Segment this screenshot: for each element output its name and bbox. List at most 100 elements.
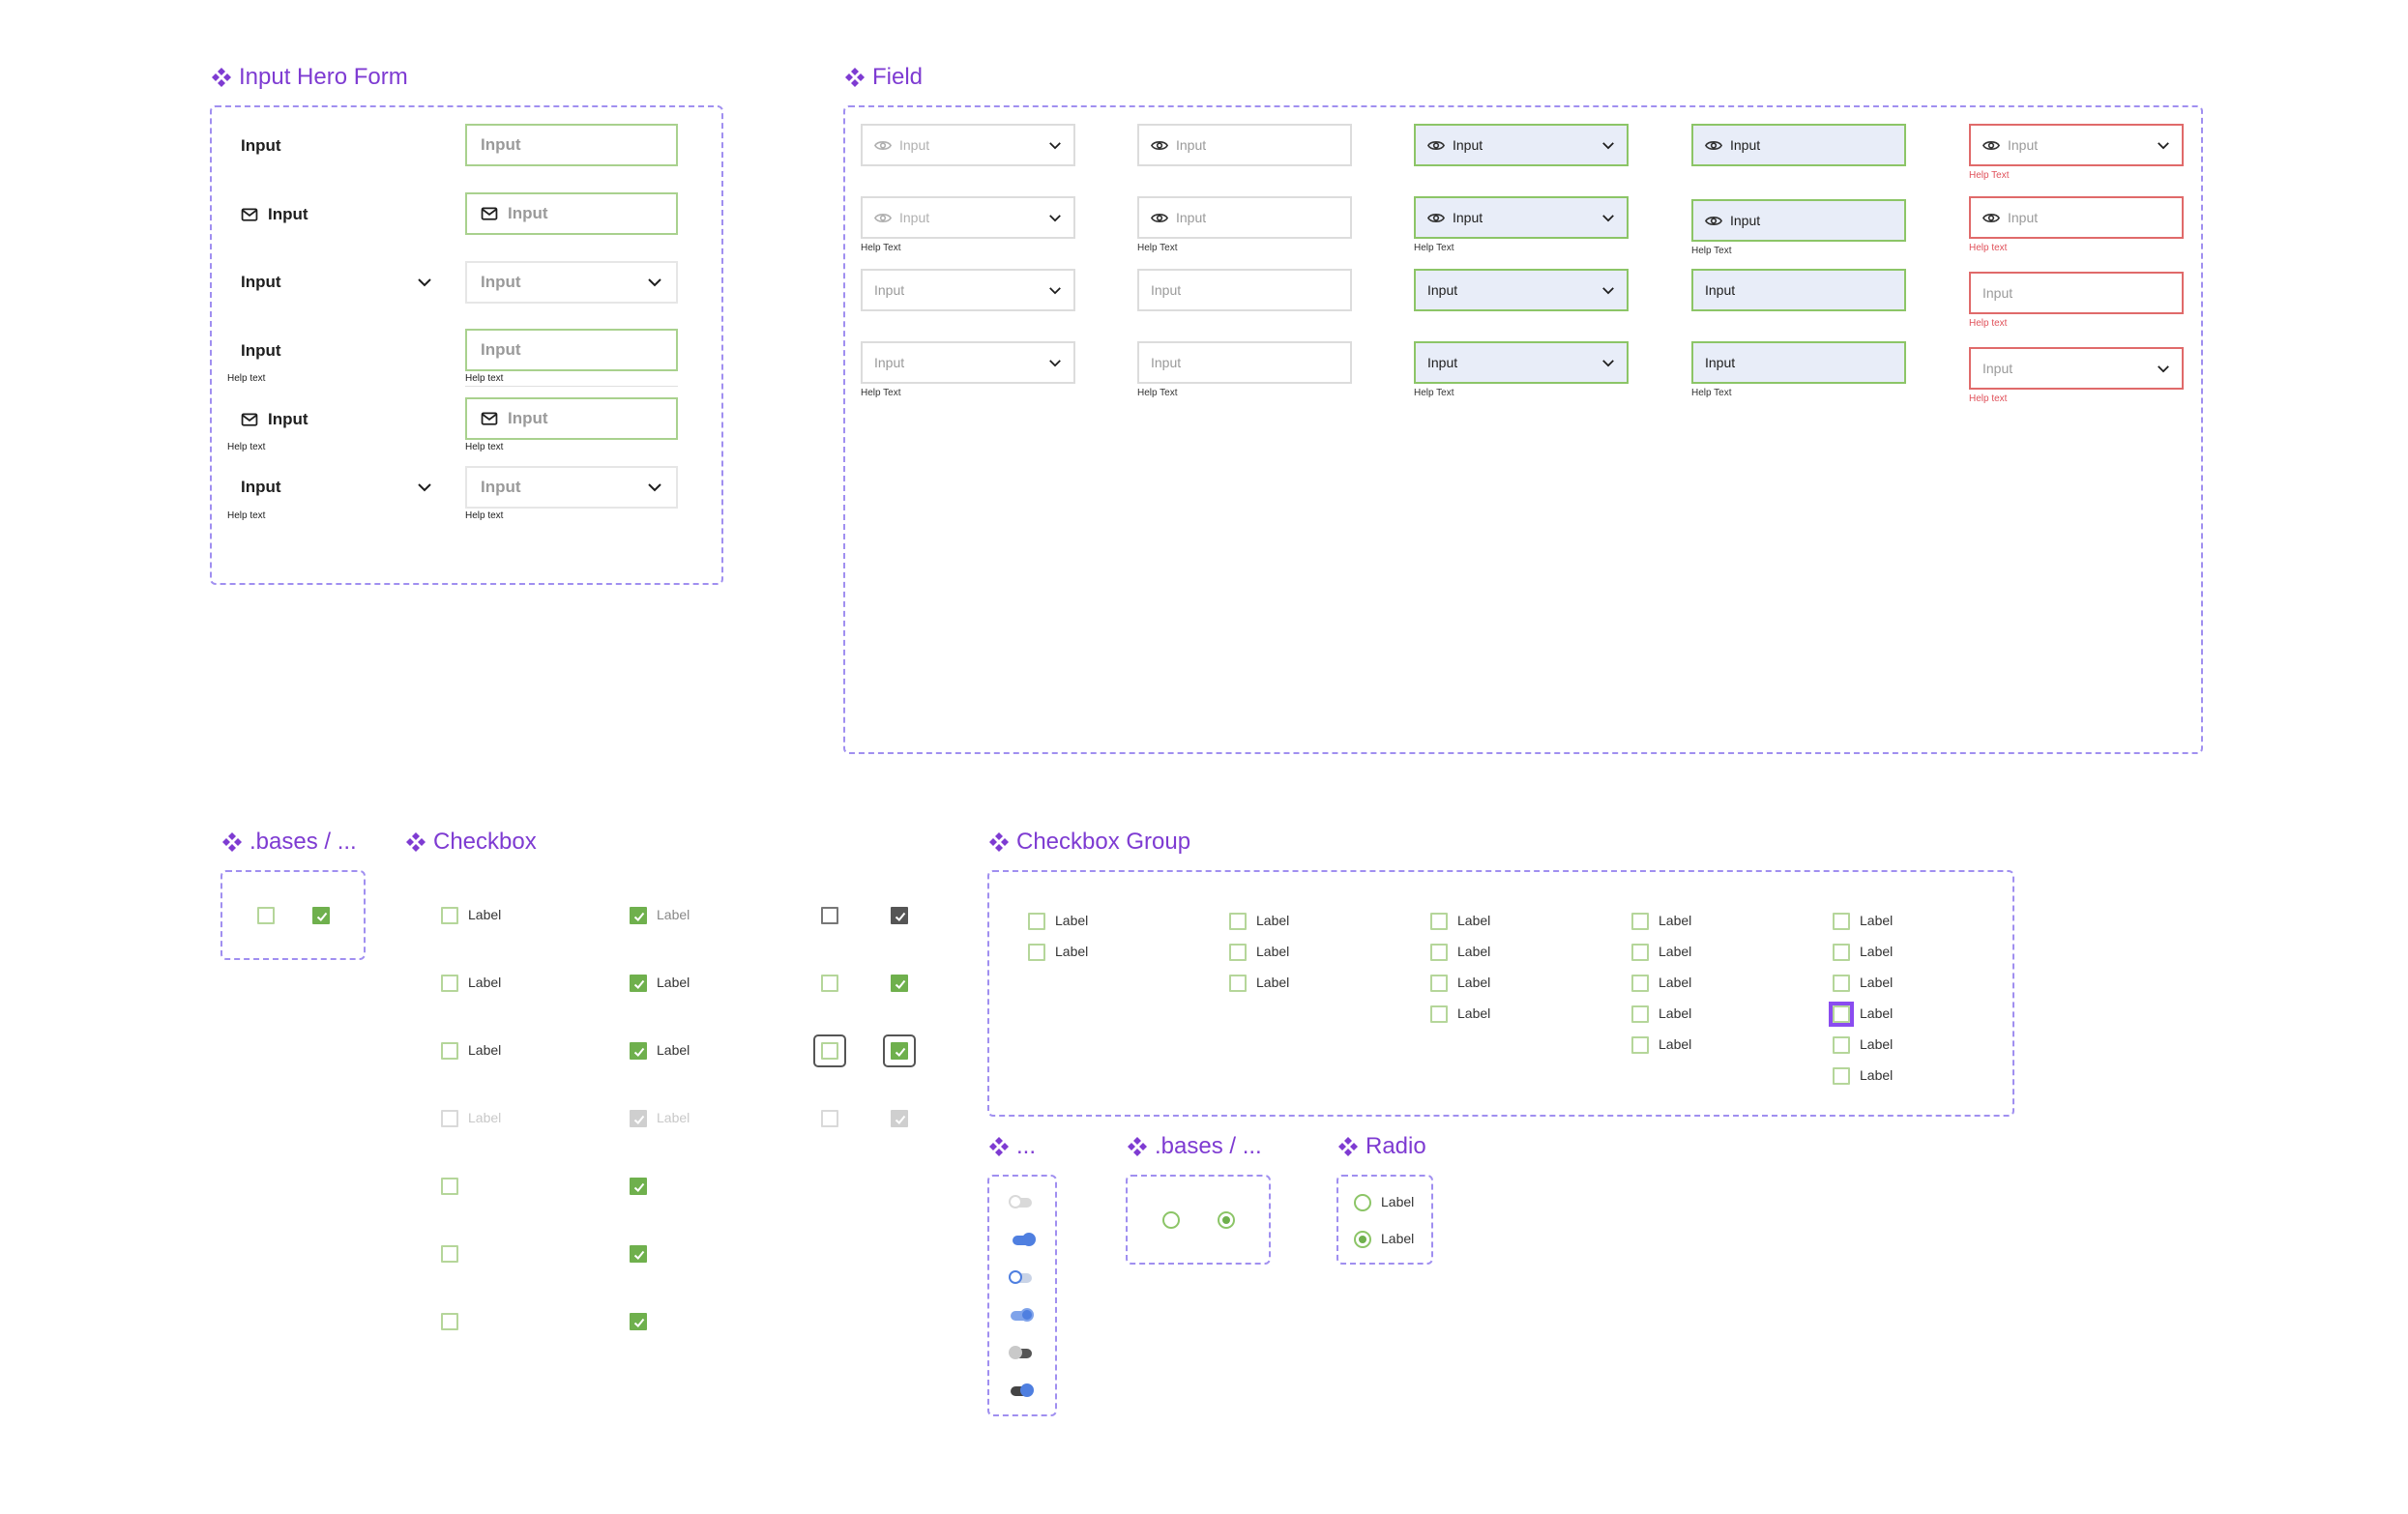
radio-option[interactable]: [1354, 1194, 1371, 1211]
section-title-radio-bases: .bases / ...: [1127, 1133, 1262, 1160]
checkbox-group-label: Label: [1256, 975, 1290, 990]
hero-label-select[interactable]: Input: [241, 273, 432, 292]
checkbox[interactable]: [821, 975, 838, 992]
toggle-frame: [987, 1175, 1057, 1416]
checkbox-group-item[interactable]: [1229, 913, 1247, 930]
field-input-eye-active[interactable]: Input: [1691, 124, 1906, 166]
checkbox-checked[interactable]: [630, 907, 647, 924]
field-select-eye-error[interactable]: Input: [1969, 124, 2184, 166]
checkbox-group-label: Label: [1860, 1036, 1894, 1052]
checkbox-hover-checked[interactable]: [891, 907, 908, 924]
checkbox-checked[interactable]: [630, 1245, 647, 1263]
checkbox-checked[interactable]: [891, 975, 908, 992]
checkbox-group-item[interactable]: [1833, 944, 1850, 961]
field-select[interactable]: Input: [861, 341, 1075, 384]
checkbox-label: Label: [468, 907, 502, 922]
checkbox-group-label: Label: [1860, 1067, 1894, 1083]
checkbox[interactable]: [441, 1245, 458, 1263]
radio-base-on[interactable]: [1218, 1211, 1235, 1229]
help-text: Help text: [465, 510, 504, 521]
checkbox-base-checked[interactable]: [312, 907, 330, 924]
section-title-field: Field: [844, 64, 923, 91]
checkbox[interactable]: [441, 907, 458, 924]
checkbox-group-item[interactable]: [1028, 944, 1045, 961]
checkbox-group-item[interactable]: [1229, 944, 1247, 961]
hero-input-mail[interactable]: Input: [465, 192, 678, 235]
checkbox-group-item[interactable]: [1631, 975, 1649, 992]
checkbox-focused-checked[interactable]: [891, 1042, 908, 1060]
checkbox-group-item[interactable]: [1430, 913, 1448, 930]
hero-label-select[interactable]: Input: [241, 478, 432, 497]
field-select-eye-active[interactable]: Input: [1414, 196, 1629, 239]
checkbox[interactable]: [441, 1178, 458, 1195]
component-icon: [844, 67, 866, 88]
eye-icon: [1151, 212, 1168, 224]
component-icon: [211, 67, 232, 88]
chevron-down-icon: [1601, 141, 1615, 150]
toggle-off[interactable]: [1009, 1270, 1032, 1284]
field-input-active[interactable]: Input: [1691, 269, 1906, 311]
checkbox-group-item[interactable]: [1833, 1036, 1850, 1054]
hero-input[interactable]: Input: [465, 329, 678, 371]
checkbox-group-item[interactable]: [1631, 1036, 1649, 1054]
checkbox-group-item[interactable]: [1631, 1005, 1649, 1023]
checkbox-group-item[interactable]: [1631, 944, 1649, 961]
toggle-on-hover[interactable]: [1011, 1308, 1034, 1322]
toggle-off-dark[interactable]: [1009, 1346, 1032, 1359]
field-input-eye-error[interactable]: Input: [1969, 196, 2184, 239]
checkbox-group-label: Label: [1860, 975, 1894, 990]
checkbox-checked[interactable]: [630, 1313, 647, 1330]
checkbox-group-item[interactable]: [1028, 913, 1045, 930]
field-input-eye[interactable]: Input: [1137, 124, 1352, 166]
chevron-down-icon: [1048, 286, 1062, 295]
field-input-eye[interactable]: Input: [1137, 196, 1352, 239]
check-icon: [894, 1045, 907, 1059]
hero-input-mail[interactable]: Input: [465, 397, 678, 440]
field-select[interactable]: Input: [861, 269, 1075, 311]
checkbox-hover[interactable]: [821, 907, 838, 924]
checkbox-group-label: Label: [1256, 944, 1290, 959]
hero-select[interactable]: Input: [465, 466, 678, 509]
help-text: Help Text: [1691, 388, 1732, 398]
checkbox-group-item[interactable]: [1430, 975, 1448, 992]
checkbox-group-item[interactable]: [1631, 913, 1649, 930]
field-input-eye-active[interactable]: Input: [1691, 199, 1906, 242]
field-select-active[interactable]: Input: [1414, 269, 1629, 311]
checkbox-base-unchecked[interactable]: [257, 907, 275, 924]
hero-input[interactable]: Input: [465, 124, 678, 166]
checkbox-group-item[interactable]: [1430, 1005, 1448, 1023]
checkbox-checked[interactable]: [630, 1178, 647, 1195]
checkbox[interactable]: [441, 1313, 458, 1330]
field-select-active[interactable]: Input: [1414, 341, 1629, 384]
checkbox-checked[interactable]: [630, 975, 647, 992]
checkbox-group-item[interactable]: [1229, 975, 1247, 992]
eye-icon: [1427, 212, 1445, 224]
field-select-eye[interactable]: Input: [861, 124, 1075, 166]
field-select-eye[interactable]: Input: [861, 196, 1075, 239]
checkbox-group-item[interactable]: [1430, 944, 1448, 961]
help-text: Help Text: [1414, 243, 1454, 253]
field-input[interactable]: Input: [1137, 341, 1352, 384]
check-icon: [632, 910, 646, 923]
checkbox-group-item[interactable]: [1833, 1067, 1850, 1085]
toggle-on-dark[interactable]: [1011, 1383, 1034, 1397]
checkbox[interactable]: [441, 1042, 458, 1060]
checkbox-focused[interactable]: [821, 1042, 838, 1060]
radio-base-off[interactable]: [1162, 1211, 1180, 1229]
checkbox[interactable]: [441, 975, 458, 992]
eye-icon: [1427, 139, 1445, 152]
field-input-active[interactable]: Input: [1691, 341, 1906, 384]
field-input-error[interactable]: Input: [1969, 272, 2184, 314]
field-select-error[interactable]: Input: [1969, 347, 2184, 390]
section-title-input-hero-form: Input Hero Form: [211, 64, 408, 91]
field-select-eye-active[interactable]: Input: [1414, 124, 1629, 166]
checkbox-checked[interactable]: [630, 1042, 647, 1060]
toggle-on[interactable]: [1013, 1233, 1036, 1246]
help-text: Help Text: [1691, 246, 1732, 256]
help-text: Help text: [227, 373, 266, 384]
field-input[interactable]: Input: [1137, 269, 1352, 311]
checkbox-group-item[interactable]: [1833, 975, 1850, 992]
hero-select[interactable]: Input: [465, 261, 678, 304]
checkbox-group-item[interactable]: [1833, 913, 1850, 930]
radio-option-selected[interactable]: [1354, 1231, 1371, 1248]
